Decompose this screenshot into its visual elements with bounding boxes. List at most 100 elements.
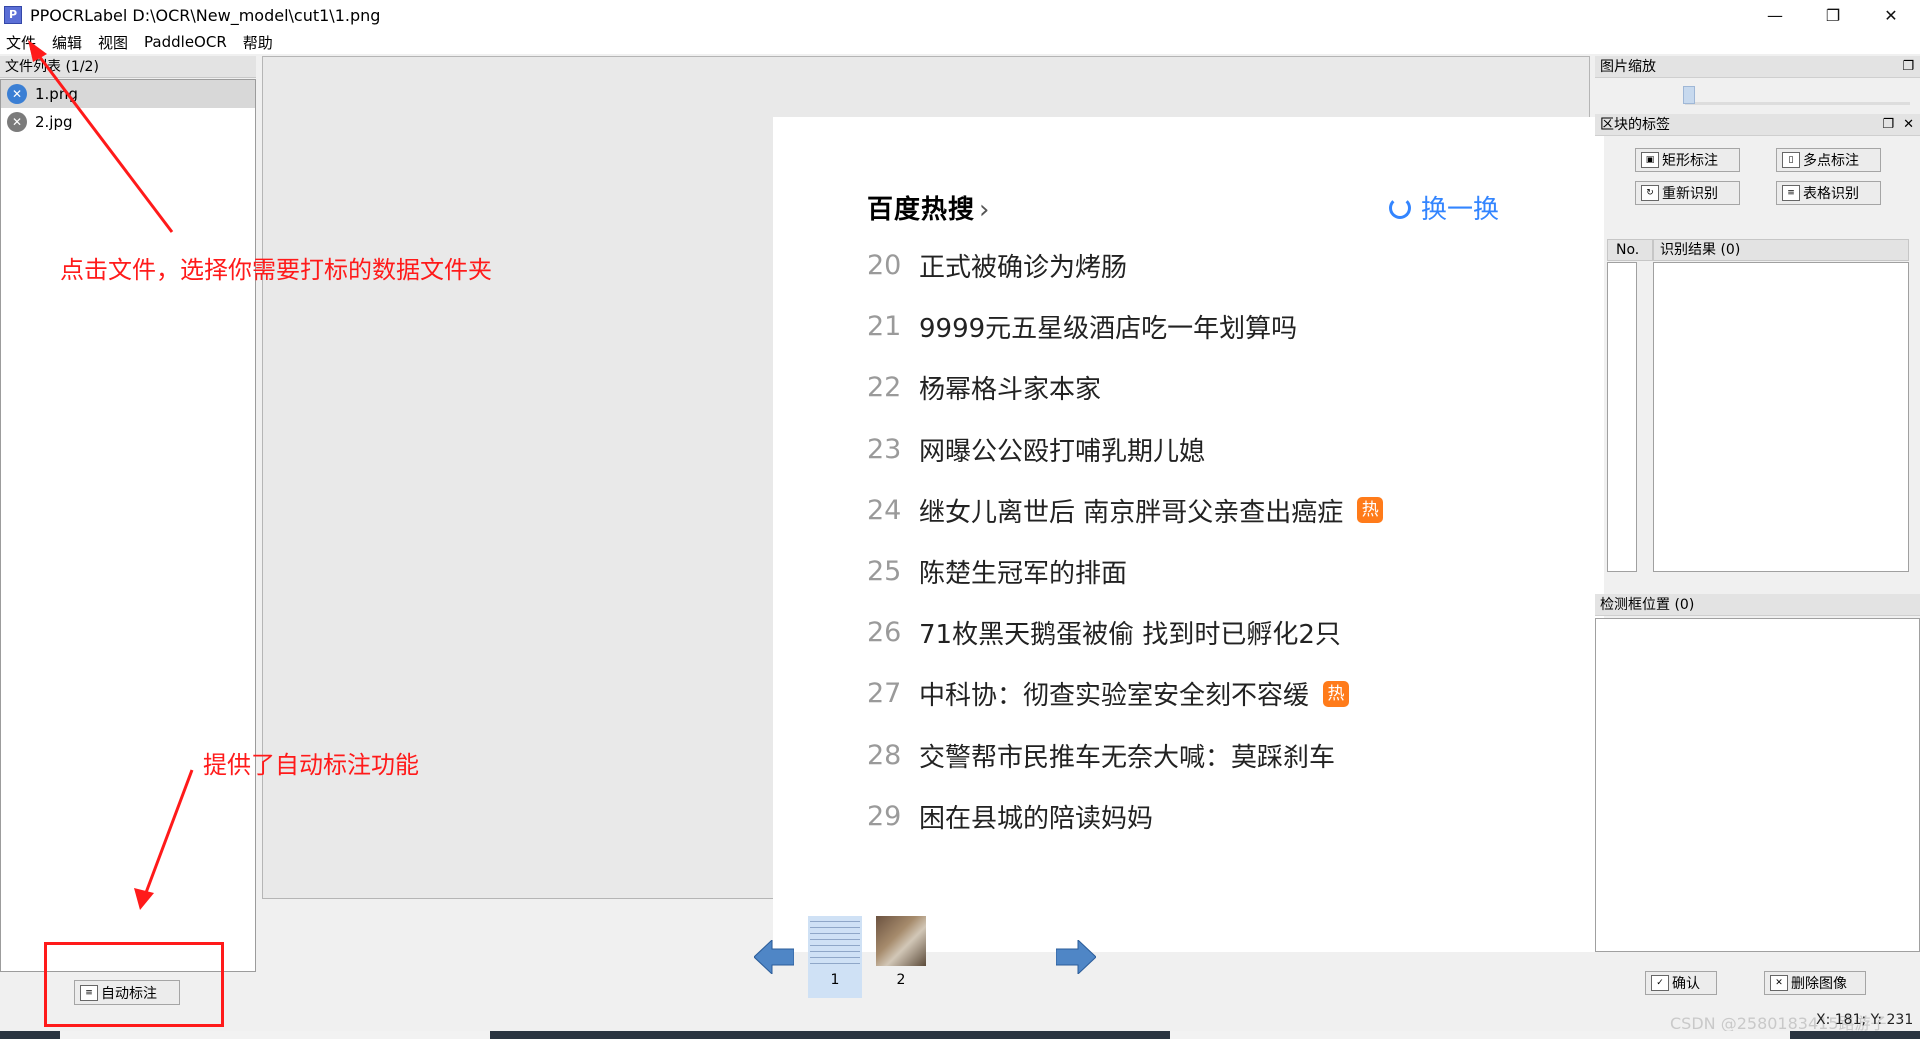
float-panel-icon[interactable]: ❐ <box>1882 114 1894 136</box>
file-item[interactable]: ✕ 2.jpg <box>1 108 255 136</box>
annotation-note-auto: 提供了自动标注功能 <box>203 751 419 779</box>
annotation-note-file: 点击文件，选择你需要打标的数据文件夹 <box>60 256 492 284</box>
poly-tool-icon: ▯ <box>1782 152 1800 168</box>
hot-rank: 24 <box>867 494 902 526</box>
taskbar <box>0 1031 1920 1039</box>
table-icon: ≡ <box>1782 185 1800 201</box>
hot-text: 困在县城的陪读妈妈 <box>919 803 1154 834</box>
file-list-panel: 文件列表 (1/2) ✕ 1.png ✕ 2.jpg <box>0 56 256 972</box>
hot-list-item: 24 继女儿离世后 南京胖哥父亲查出癌症热 <box>867 480 1384 541</box>
taskbar-item[interactable] <box>1170 1031 1790 1039</box>
hot-list-item: 25 陈楚生冠军的排面 <box>867 541 1383 602</box>
thumbnail-label: 1 <box>830 972 840 988</box>
delete-image-text: 删除图像 <box>1791 976 1847 992</box>
menu-paddleocr[interactable]: PaddleOCR <box>144 33 227 51</box>
menu-edit[interactable]: 编辑 <box>52 32 82 53</box>
thumbnail-item[interactable]: 1 <box>808 916 862 998</box>
reocr-button[interactable]: ↻ 重新识别 <box>1635 181 1740 205</box>
confirm-button[interactable]: ✓ 确认 <box>1645 971 1717 995</box>
hot-text: 交警帮市民推车无奈大喊：莫踩刹车 <box>919 742 1336 773</box>
zoom-title-text: 图片缩放 <box>1600 59 1656 75</box>
hot-rank: 29 <box>867 800 902 832</box>
detection-title-text: 检测框位置 (0) <box>1600 597 1695 613</box>
file-list: ✕ 1.png ✕ 2.jpg <box>0 79 256 972</box>
result-list[interactable] <box>1653 262 1909 572</box>
minimize-button[interactable]: — <box>1746 0 1804 30</box>
close-button[interactable]: ✕ <box>1862 0 1920 30</box>
hot-rank: 21 <box>867 311 902 343</box>
title-bar: P PPOCRLabel D:\OCR\New_model\cut1\1.png… <box>0 0 1920 30</box>
refresh-icon <box>1389 196 1411 219</box>
label-tool-buttons: ▣ 矩形标注 ▯ 多点标注 ↻ 重新识别 ≡ 表格识别 <box>1595 136 1920 256</box>
hot-rank: 25 <box>867 556 902 588</box>
check-icon: ✓ <box>1651 975 1669 991</box>
labels-panel-title: 区块的标签 ❐ ✕ <box>1595 114 1920 136</box>
file-name: 1.png <box>35 85 78 103</box>
zoom-handle[interactable] <box>1683 86 1695 104</box>
zoom-panel-title: 图片缩放 ❐ <box>1595 56 1920 78</box>
hot-badge: 热 <box>1323 680 1350 707</box>
close-panel-icon[interactable]: ✕ <box>1903 114 1914 136</box>
delete-image-button[interactable]: ✕ 删除图像 <box>1764 971 1866 995</box>
hot-list-item: 26 71枚黑天鹅蛋被偷 找到时已孵化2只 <box>867 602 1383 663</box>
index-list[interactable] <box>1607 262 1637 572</box>
image-heading-text: 百度热搜 <box>867 195 976 225</box>
right-panel: 图片缩放 ❐ 区块的标签 ❐ ✕ ▣ 矩形标注 ▯ 多点标注 ↻ 重新识别 ≡ 表格识别… <box>1595 56 1920 998</box>
hot-rank: 23 <box>867 433 902 465</box>
file-status-icon: ✕ <box>7 84 27 104</box>
previous-image-icon[interactable] <box>754 940 794 974</box>
rect-label-text: 矩形标注 <box>1662 153 1718 169</box>
image-canvas[interactable]: 百度热搜 › 换一换 20 正式被确诊为烤肠 21 9999元五星级酒店吃一年划算吗 … <box>262 56 1604 952</box>
delete-icon: ✕ <box>1770 975 1788 991</box>
col-header-no: No. <box>1607 239 1653 261</box>
hot-rank: 26 <box>867 617 902 649</box>
hot-list-item: 28 交警帮市民推车无奈大喊：莫踩刹车 <box>867 725 1383 786</box>
poly-label-button[interactable]: ▯ 多点标注 <box>1776 148 1881 172</box>
chevron-right-icon: › <box>979 195 991 225</box>
maximize-button[interactable]: ❐ <box>1804 0 1862 30</box>
hot-list-item: 21 9999元五星级酒店吃一年划算吗 <box>867 296 1383 357</box>
result-table-header: No. 识别结果 (0) <box>1607 239 1909 261</box>
hot-rank: 27 <box>867 678 902 710</box>
hot-text: 陈楚生冠军的排面 <box>919 559 1128 590</box>
hot-badge: 热 <box>1357 497 1384 524</box>
rect-tool-icon: ▣ <box>1641 152 1659 168</box>
thumbnail-strip: 1 2 <box>0 906 1590 998</box>
float-panel-icon[interactable]: ❐ <box>1902 56 1914 78</box>
detection-panel-title: 检测框位置 (0) <box>1595 594 1920 616</box>
reocr-icon: ↻ <box>1641 185 1659 201</box>
file-status-icon: ✕ <box>7 112 27 132</box>
loaded-image[interactable]: 百度热搜 › 换一换 20 正式被确诊为烤肠 21 9999元五星级酒店吃一年划算吗 … <box>773 117 1604 952</box>
hot-text: 9999元五星级酒店吃一年划算吗 <box>919 314 1298 345</box>
hot-text: 正式被确诊为烤肠 <box>919 253 1128 284</box>
refresh-label: 换一换 <box>1389 189 1499 226</box>
taskbar-item[interactable] <box>60 1031 490 1039</box>
hot-list-item: 23 网曝公公殴打哺乳期儿媳 <box>867 419 1383 480</box>
hot-text: 杨幂格斗家本家 <box>919 375 1102 406</box>
file-item[interactable]: ✕ 1.png <box>1 80 255 108</box>
detection-box-list[interactable] <box>1595 618 1920 952</box>
cursor-coordinates: X: 181; Y: 231 <box>1816 1012 1914 1028</box>
file-list-title: 文件列表 (1/2) <box>0 56 256 78</box>
rect-label-button[interactable]: ▣ 矩形标注 <box>1635 148 1740 172</box>
menu-view[interactable]: 视图 <box>98 32 128 53</box>
hot-rank: 28 <box>867 739 902 771</box>
labels-title-text: 区块的标签 <box>1600 117 1670 133</box>
hot-list-item: 27 中科协：彻查实验室安全刻不容缓热 <box>867 663 1383 724</box>
hot-list-item: 20 正式被确诊为烤肠 <box>867 235 1383 296</box>
menu-bar: 文件 编辑 视图 PaddleOCR 帮助 <box>0 30 1920 54</box>
table-recognition-button[interactable]: ≡ 表格识别 <box>1776 181 1881 205</box>
hot-text: 继女儿离世后 南京胖哥父亲查出癌症 <box>919 497 1344 528</box>
zoom-slider[interactable] <box>1595 78 1920 114</box>
poly-label-text: 多点标注 <box>1803 153 1859 169</box>
menu-file[interactable]: 文件 <box>6 32 36 53</box>
thumbnail-item[interactable]: 2 <box>874 916 928 998</box>
menu-help[interactable]: 帮助 <box>243 32 273 53</box>
next-image-icon[interactable] <box>1056 940 1096 974</box>
hot-text: 中科协：彻查实验室安全刻不容缓 <box>919 681 1310 712</box>
window-title: PPOCRLabel D:\OCR\New_model\cut1\1.png <box>30 5 381 25</box>
thumbnail-label: 2 <box>896 972 906 988</box>
image-heading: 百度热搜 › <box>867 189 990 226</box>
hot-text: 网曝公公殴打哺乳期儿媳 <box>919 436 1206 467</box>
thumbnail-image <box>876 916 926 966</box>
